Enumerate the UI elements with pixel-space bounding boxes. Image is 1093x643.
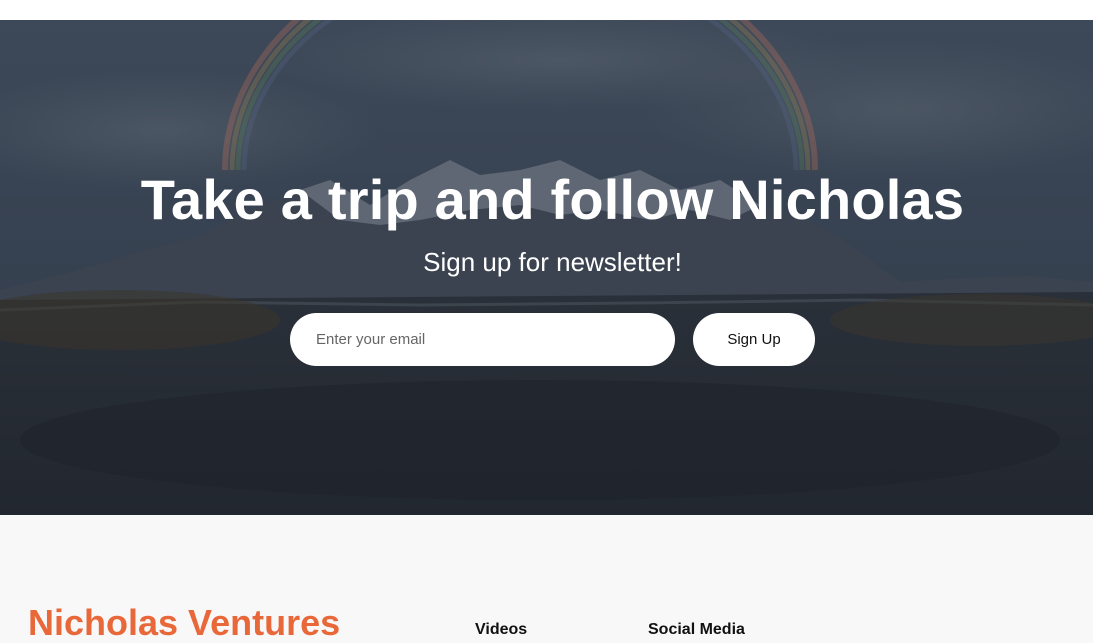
hero-section: Take a trip and follow Nicholas Sign up … <box>0 20 1093 515</box>
hero-content: Take a trip and follow Nicholas Sign up … <box>0 20 1093 515</box>
sign-up-button[interactable]: Sign Up <box>693 313 815 366</box>
hero-subtitle: Sign up for newsletter! <box>423 247 682 277</box>
footer-brand[interactable]: Nicholas Ventures <box>28 603 340 643</box>
footer: Nicholas Ventures Videos Social Media <box>0 515 1093 643</box>
footer-heading-social-media: Social Media <box>648 621 745 638</box>
footer-heading-videos: Videos <box>475 621 528 638</box>
top-strip <box>0 0 1093 20</box>
email-input[interactable] <box>290 313 675 366</box>
hero-title: Take a trip and follow Nicholas <box>140 168 965 231</box>
